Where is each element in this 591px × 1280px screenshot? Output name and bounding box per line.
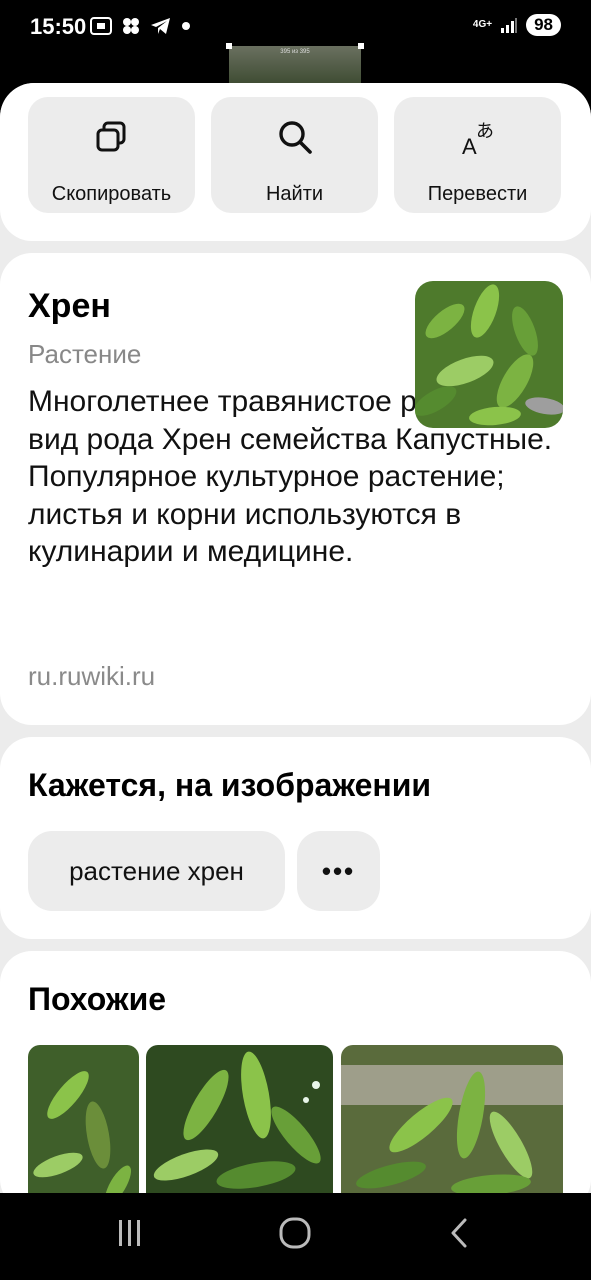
- seems-card: Кажется, на изображении растение хрен ••…: [0, 737, 591, 939]
- search-icon: [278, 121, 312, 154]
- screenshot-icon: [90, 17, 112, 35]
- home-button[interactable]: [275, 1213, 315, 1253]
- crop-handle[interactable]: [358, 43, 364, 49]
- home-icon: [279, 1217, 311, 1249]
- search-label: Найти: [265, 183, 324, 205]
- crop-handle[interactable]: [226, 43, 232, 49]
- signal-icon: [501, 18, 518, 33]
- svg-text:A: A: [462, 134, 477, 157]
- entity-type: Растение: [28, 339, 142, 369]
- copy-label: Скопировать: [51, 183, 172, 205]
- copy-button[interactable]: Скопировать: [28, 97, 195, 213]
- recents-button[interactable]: [110, 1213, 150, 1253]
- translate-icon: A あ: [462, 121, 494, 157]
- similar-image[interactable]: [146, 1045, 333, 1193]
- back-icon: [451, 1218, 467, 1248]
- source-link[interactable]: ru.ruwiki.ru: [28, 661, 155, 692]
- copy-icon: [96, 121, 125, 152]
- translate-button[interactable]: A あ Перевести: [394, 97, 561, 213]
- telegram-icon: [151, 18, 170, 34]
- system-nav-bar: [0, 1193, 591, 1280]
- status-right: 4G+ 98: [473, 14, 561, 36]
- search-button[interactable]: Найти: [211, 97, 378, 213]
- tag-chip[interactable]: растение хрен: [28, 831, 285, 911]
- entity-card[interactable]: Хрен Растение Многолетнее травянистое ра…: [0, 253, 591, 725]
- translate-label: Перевести: [427, 183, 528, 205]
- similar-card: Похожие: [0, 951, 591, 1193]
- dot-icon: [182, 22, 190, 30]
- seems-heading: Кажется, на изображении: [28, 767, 432, 803]
- flower-icon: [123, 18, 139, 34]
- similar-heading: Похожие: [28, 981, 167, 1017]
- recents-icon: [119, 1220, 140, 1246]
- results-sheet: Скопировать Найти A あ Перевести Хрен Рас…: [0, 83, 591, 1193]
- back-button[interactable]: [440, 1213, 480, 1253]
- battery-indicator: 98: [526, 14, 561, 36]
- entity-title: Хрен: [28, 287, 111, 325]
- entity-photo[interactable]: [415, 281, 563, 428]
- svg-text:あ: あ: [476, 121, 494, 142]
- actions-card: Скопировать Найти A あ Перевести: [0, 83, 591, 241]
- similar-image[interactable]: [341, 1045, 563, 1193]
- network-type: 4G+: [472, 19, 493, 30]
- more-button[interactable]: •••: [297, 831, 380, 911]
- source-image-preview[interactable]: 395 из 395: [226, 43, 364, 86]
- notification-icons: [90, 16, 192, 36]
- preview-caption: 395 из 395: [280, 49, 310, 55]
- status-time: 15:50: [30, 14, 87, 39]
- similar-image[interactable]: [28, 1045, 139, 1193]
